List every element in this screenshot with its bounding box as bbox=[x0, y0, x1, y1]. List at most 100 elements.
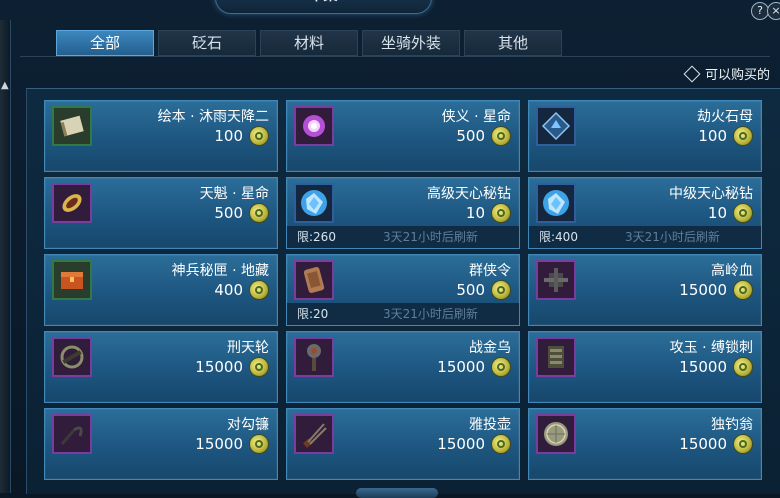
item-card[interactable]: 雅投壶 15000 bbox=[286, 408, 520, 480]
item-name: 中级天心秘钻 bbox=[669, 186, 753, 202]
item-card[interactable]: 绘本 · 沐雨天降二 100 bbox=[44, 100, 278, 172]
item-card[interactable]: 劫火石母 100 bbox=[528, 100, 762, 172]
tab-stone[interactable]: 砭石 bbox=[158, 30, 256, 56]
sickle-icon[interactable] bbox=[52, 414, 92, 454]
coin-icon bbox=[249, 357, 269, 377]
item-price: 400 bbox=[214, 280, 269, 300]
blue-gem-icon[interactable] bbox=[294, 183, 334, 223]
checkbox-diamond-icon[interactable] bbox=[683, 65, 701, 82]
tab-materials[interactable]: 材料 bbox=[260, 30, 358, 56]
item-price: 15000 bbox=[437, 357, 511, 377]
item-name: 攻玉 · 缚锁刺 bbox=[669, 340, 753, 356]
price-value: 15000 bbox=[195, 358, 243, 376]
coin-icon bbox=[733, 434, 753, 454]
coin-icon bbox=[249, 280, 269, 300]
coin-icon bbox=[249, 434, 269, 454]
item-price: 500 bbox=[456, 280, 511, 300]
price-value: 10 bbox=[465, 204, 485, 222]
item-price: 15000 bbox=[679, 280, 753, 300]
token-icon[interactable] bbox=[294, 260, 334, 300]
item-price: 10 bbox=[708, 203, 753, 223]
price-value: 500 bbox=[214, 204, 243, 222]
mace-icon[interactable] bbox=[294, 337, 334, 377]
item-name: 神兵秘匣 · 地藏 bbox=[171, 263, 269, 279]
shield-icon[interactable] bbox=[536, 414, 576, 454]
coin-icon bbox=[491, 434, 511, 454]
coin-icon bbox=[733, 280, 753, 300]
close-button[interactable]: × bbox=[767, 2, 780, 20]
category-tabs: 全部 砭石 材料 坐骑外装 其他 bbox=[56, 30, 562, 56]
item-price: 100 bbox=[214, 126, 269, 146]
item-name: 群侠令 bbox=[469, 263, 511, 279]
item-name: 侠义 · 星命 bbox=[441, 109, 511, 125]
item-name: 雅投壶 bbox=[469, 417, 511, 433]
item-card[interactable]: 天魁 · 星命 500 bbox=[44, 177, 278, 249]
purchase-limit: 限:400 bbox=[539, 230, 578, 244]
item-card[interactable]: 中级天心秘钻 10 限:400 3天21小时后刷新 bbox=[528, 177, 762, 249]
item-price: 15000 bbox=[195, 434, 269, 454]
item-card[interactable]: 神兵秘匣 · 地藏 400 bbox=[44, 254, 278, 326]
wheel-weapon-icon[interactable] bbox=[52, 337, 92, 377]
price-value: 400 bbox=[214, 281, 243, 299]
purchase-limit: 限:20 bbox=[297, 307, 329, 321]
item-card[interactable]: 高岭血 15000 bbox=[528, 254, 762, 326]
expand-arrow-icon[interactable]: ▲ bbox=[1, 80, 9, 91]
item-card[interactable]: 侠义 · 星命 500 bbox=[286, 100, 520, 172]
item-name: 刑天轮 bbox=[227, 340, 269, 356]
item-price: 500 bbox=[456, 126, 511, 146]
scroll-handle[interactable] bbox=[356, 488, 438, 498]
item-card[interactable]: 高级天心秘钻 10 限:260 3天21小时后刷新 bbox=[286, 177, 520, 249]
red-box-icon[interactable] bbox=[52, 260, 92, 300]
window-title-bar: 市集 bbox=[215, 0, 432, 14]
purple-orb-icon[interactable] bbox=[294, 106, 334, 146]
purchase-limit: 限:260 bbox=[297, 230, 336, 244]
coin-icon bbox=[733, 203, 753, 223]
coin-icon bbox=[733, 357, 753, 377]
refresh-timer: 3天21小时后刷新 bbox=[383, 230, 478, 244]
left-panel-edge: ▲ bbox=[0, 20, 11, 493]
coin-icon bbox=[491, 357, 511, 377]
arrows-icon[interactable] bbox=[294, 414, 334, 454]
tab-mount-skins[interactable]: 坐骑外装 bbox=[362, 30, 460, 56]
golden-bracer-icon[interactable] bbox=[52, 183, 92, 223]
price-value: 15000 bbox=[679, 281, 727, 299]
price-value: 500 bbox=[456, 281, 485, 299]
price-value: 15000 bbox=[679, 435, 727, 453]
item-name: 劫火石母 bbox=[697, 109, 753, 125]
tab-all[interactable]: 全部 bbox=[56, 30, 154, 56]
item-price: 15000 bbox=[437, 434, 511, 454]
price-value: 15000 bbox=[679, 358, 727, 376]
dark-weapon-icon[interactable] bbox=[536, 260, 576, 300]
purchase-limit-bar: 限:20 3天21小时后刷新 bbox=[287, 303, 519, 325]
item-card[interactable]: 刑天轮 15000 bbox=[44, 331, 278, 403]
item-card[interactable]: 对勾镰 15000 bbox=[44, 408, 278, 480]
item-card[interactable]: 独钓翁 15000 bbox=[528, 408, 762, 480]
item-name: 天魁 · 星命 bbox=[199, 186, 269, 202]
price-value: 100 bbox=[214, 127, 243, 145]
coin-icon bbox=[249, 203, 269, 223]
price-value: 500 bbox=[456, 127, 485, 145]
item-name: 绘本 · 沐雨天降二 bbox=[157, 109, 269, 125]
item-price: 15000 bbox=[679, 357, 753, 377]
item-card[interactable]: 群侠令 500 限:20 3天21小时后刷新 bbox=[286, 254, 520, 326]
divider bbox=[20, 56, 770, 57]
item-card[interactable]: 战金乌 15000 bbox=[286, 331, 520, 403]
item-name: 对勾镰 bbox=[227, 417, 269, 433]
item-price: 100 bbox=[698, 126, 753, 146]
blue-gem-icon[interactable] bbox=[536, 183, 576, 223]
coin-icon bbox=[249, 126, 269, 146]
item-price: 500 bbox=[214, 203, 269, 223]
item-price: 15000 bbox=[195, 357, 269, 377]
gauntlet-icon[interactable] bbox=[536, 337, 576, 377]
item-name: 战金乌 bbox=[469, 340, 511, 356]
item-card[interactable]: 攻玉 · 缚锁刺 15000 bbox=[528, 331, 762, 403]
tab-other[interactable]: 其他 bbox=[464, 30, 562, 56]
blue-crystal-icon[interactable] bbox=[536, 106, 576, 146]
coin-icon bbox=[491, 126, 511, 146]
help-icon: ? bbox=[757, 4, 763, 17]
scroll-icon[interactable] bbox=[52, 106, 92, 146]
coin-icon bbox=[491, 280, 511, 300]
purchasable-filter[interactable]: 可以购买的 bbox=[683, 64, 770, 83]
price-value: 15000 bbox=[437, 358, 485, 376]
purchase-limit-bar: 限:260 3天21小时后刷新 bbox=[287, 226, 519, 248]
